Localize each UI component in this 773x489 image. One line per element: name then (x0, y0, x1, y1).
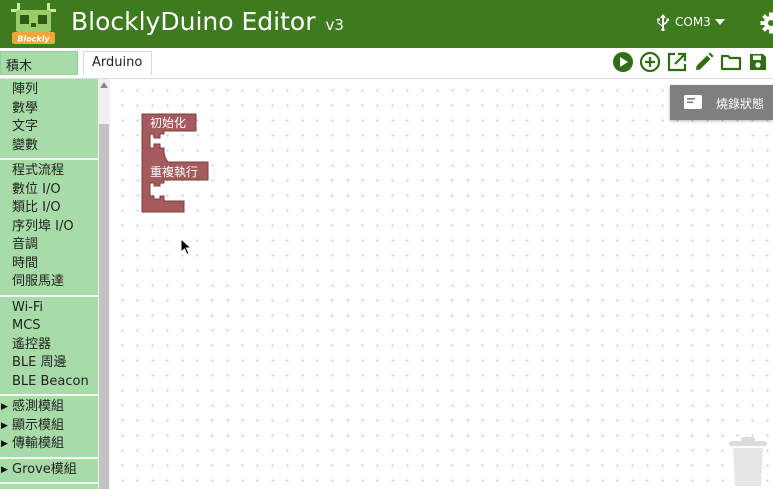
setup-block-label: 初始化 (150, 116, 186, 130)
category-transmission-modules[interactable]: ▶ 傳輸模組 (0, 435, 98, 454)
expand-arrow-icon: ▶ (1, 464, 8, 475)
open-external-icon[interactable] (666, 51, 688, 73)
tab-blocks[interactable]: 積木 (0, 51, 78, 75)
category-control-flow[interactable]: 程式流程 (0, 162, 98, 181)
category-remote[interactable]: 遙控器 (0, 336, 98, 355)
logo-text: Blockly (17, 35, 50, 44)
category-label: BLE 周邊 (12, 355, 67, 370)
category-array[interactable]: 陣列 (0, 81, 98, 100)
expand-arrow-icon: ▶ (1, 402, 8, 412)
category-group: 程式流程 數位 I/O 類比 I/O 序列埠 I/O 音調 時間 伺服馬達 (0, 160, 98, 297)
category-label: 序列埠 I/O (12, 218, 74, 234)
category-tone[interactable]: 音調 (0, 236, 98, 255)
category-group: ▶ 感測模組 ▶ 顯示模組 ▶ 傳輸模組 (0, 396, 98, 459)
category-text[interactable]: 文字 (0, 118, 98, 137)
tab-arduino[interactable]: Arduino (83, 51, 152, 75)
app-title: BlocklyDuino Editor v3 (71, 7, 344, 36)
gear-icon[interactable] (760, 12, 773, 34)
upload-status-button[interactable]: 燒錄狀態 (670, 85, 773, 120)
chevron-down-icon (714, 19, 725, 25)
category-group: 陣列 數學 文字 變數 (0, 79, 98, 160)
category-group: Wi-Fi MCS 遙控器 BLE 周邊 BLE Beacon (0, 297, 98, 396)
category-label: 數位 I/O (12, 181, 61, 197)
folder-icon[interactable] (720, 51, 742, 73)
category-sensor-modules[interactable]: ▶ 感測模組 (0, 398, 98, 417)
port-selector[interactable]: COM3 (655, 13, 725, 31)
expand-arrow-icon: ▶ (1, 420, 8, 431)
sidebar-scrollbar[interactable] (98, 79, 110, 489)
category-label: 文字 (12, 119, 39, 134)
category-ble-beacon[interactable]: BLE Beacon (0, 373, 98, 392)
app-version: v3 (325, 16, 344, 34)
category-grove-modules[interactable]: ▶ Grove模組 (0, 461, 98, 480)
category-label: MCS (12, 318, 41, 333)
category-label: Wi-Fi (12, 299, 44, 315)
run-icon[interactable] (612, 51, 634, 73)
category-display-modules[interactable]: ▶ 顯示模組 (0, 417, 98, 436)
category-label: 類比 I/O (12, 200, 61, 215)
setup-loop-block[interactable]: 初始化 重複執行 (138, 110, 214, 216)
category-serial-io[interactable]: 序列埠 I/O (0, 218, 98, 237)
category-label: 顯示模組 (12, 417, 65, 433)
edit-icon[interactable] (693, 51, 715, 73)
upload-status-label: 燒錄狀態 (716, 97, 765, 111)
category-mcs[interactable]: MCS (0, 317, 98, 336)
toolbar (612, 51, 769, 73)
category-label: 音調 (12, 237, 39, 252)
category-label: 時間 (12, 255, 39, 271)
tab-bar: 積木 Arduino (0, 48, 773, 79)
category-label: 數學 (12, 100, 39, 116)
category-wifi[interactable]: Wi-Fi (0, 299, 98, 318)
category-label: BLE Beacon (12, 373, 89, 389)
toolbox-sidebar: 陣列 數學 文字 變數 程式流程 數位 I/O 類比 I/O 序列埠 I/O 音… (0, 79, 98, 489)
category-group: ▶ Grove模組 (0, 459, 98, 484)
scrollbar-thumb[interactable] (99, 124, 109, 489)
usb-icon (657, 14, 669, 31)
category-math[interactable]: 數學 (0, 100, 98, 119)
category-digital-io[interactable]: 數位 I/O (0, 181, 98, 200)
category-servo[interactable]: 伺服馬達 (0, 273, 98, 292)
category-label: 傳輸模組 (12, 436, 65, 451)
category-variables[interactable]: 變數 (0, 137, 98, 156)
console-icon (684, 95, 702, 109)
category-time[interactable]: 時間 (0, 255, 98, 274)
scroll-up-arrow-icon[interactable] (100, 82, 108, 88)
mouse-cursor-icon (180, 238, 192, 256)
category-analog-io[interactable]: 類比 I/O (0, 199, 98, 218)
category-label: 遙控器 (12, 336, 52, 352)
port-label: COM3 (675, 15, 711, 29)
category-label: Grove模組 (12, 461, 77, 477)
add-icon[interactable] (639, 51, 661, 73)
app-header: Blockly BlocklyDuino Editor v3 COM3 (0, 0, 773, 48)
blockly-logo-icon: Blockly (11, 3, 56, 44)
save-icon[interactable] (747, 51, 769, 73)
expand-arrow-icon: ▶ (1, 439, 8, 449)
category-label: 感測模組 (12, 399, 65, 414)
app-title-text: BlocklyDuino Editor (71, 7, 316, 36)
category-label: 程式流程 (12, 163, 65, 178)
category-label: 陣列 (12, 82, 39, 97)
loop-block-label: 重複執行 (150, 164, 198, 179)
category-ble-peripheral[interactable]: BLE 周邊 (0, 354, 98, 373)
category-label: 伺服馬達 (12, 274, 65, 289)
trash-icon[interactable] (727, 436, 769, 486)
category-label: 變數 (12, 137, 39, 153)
